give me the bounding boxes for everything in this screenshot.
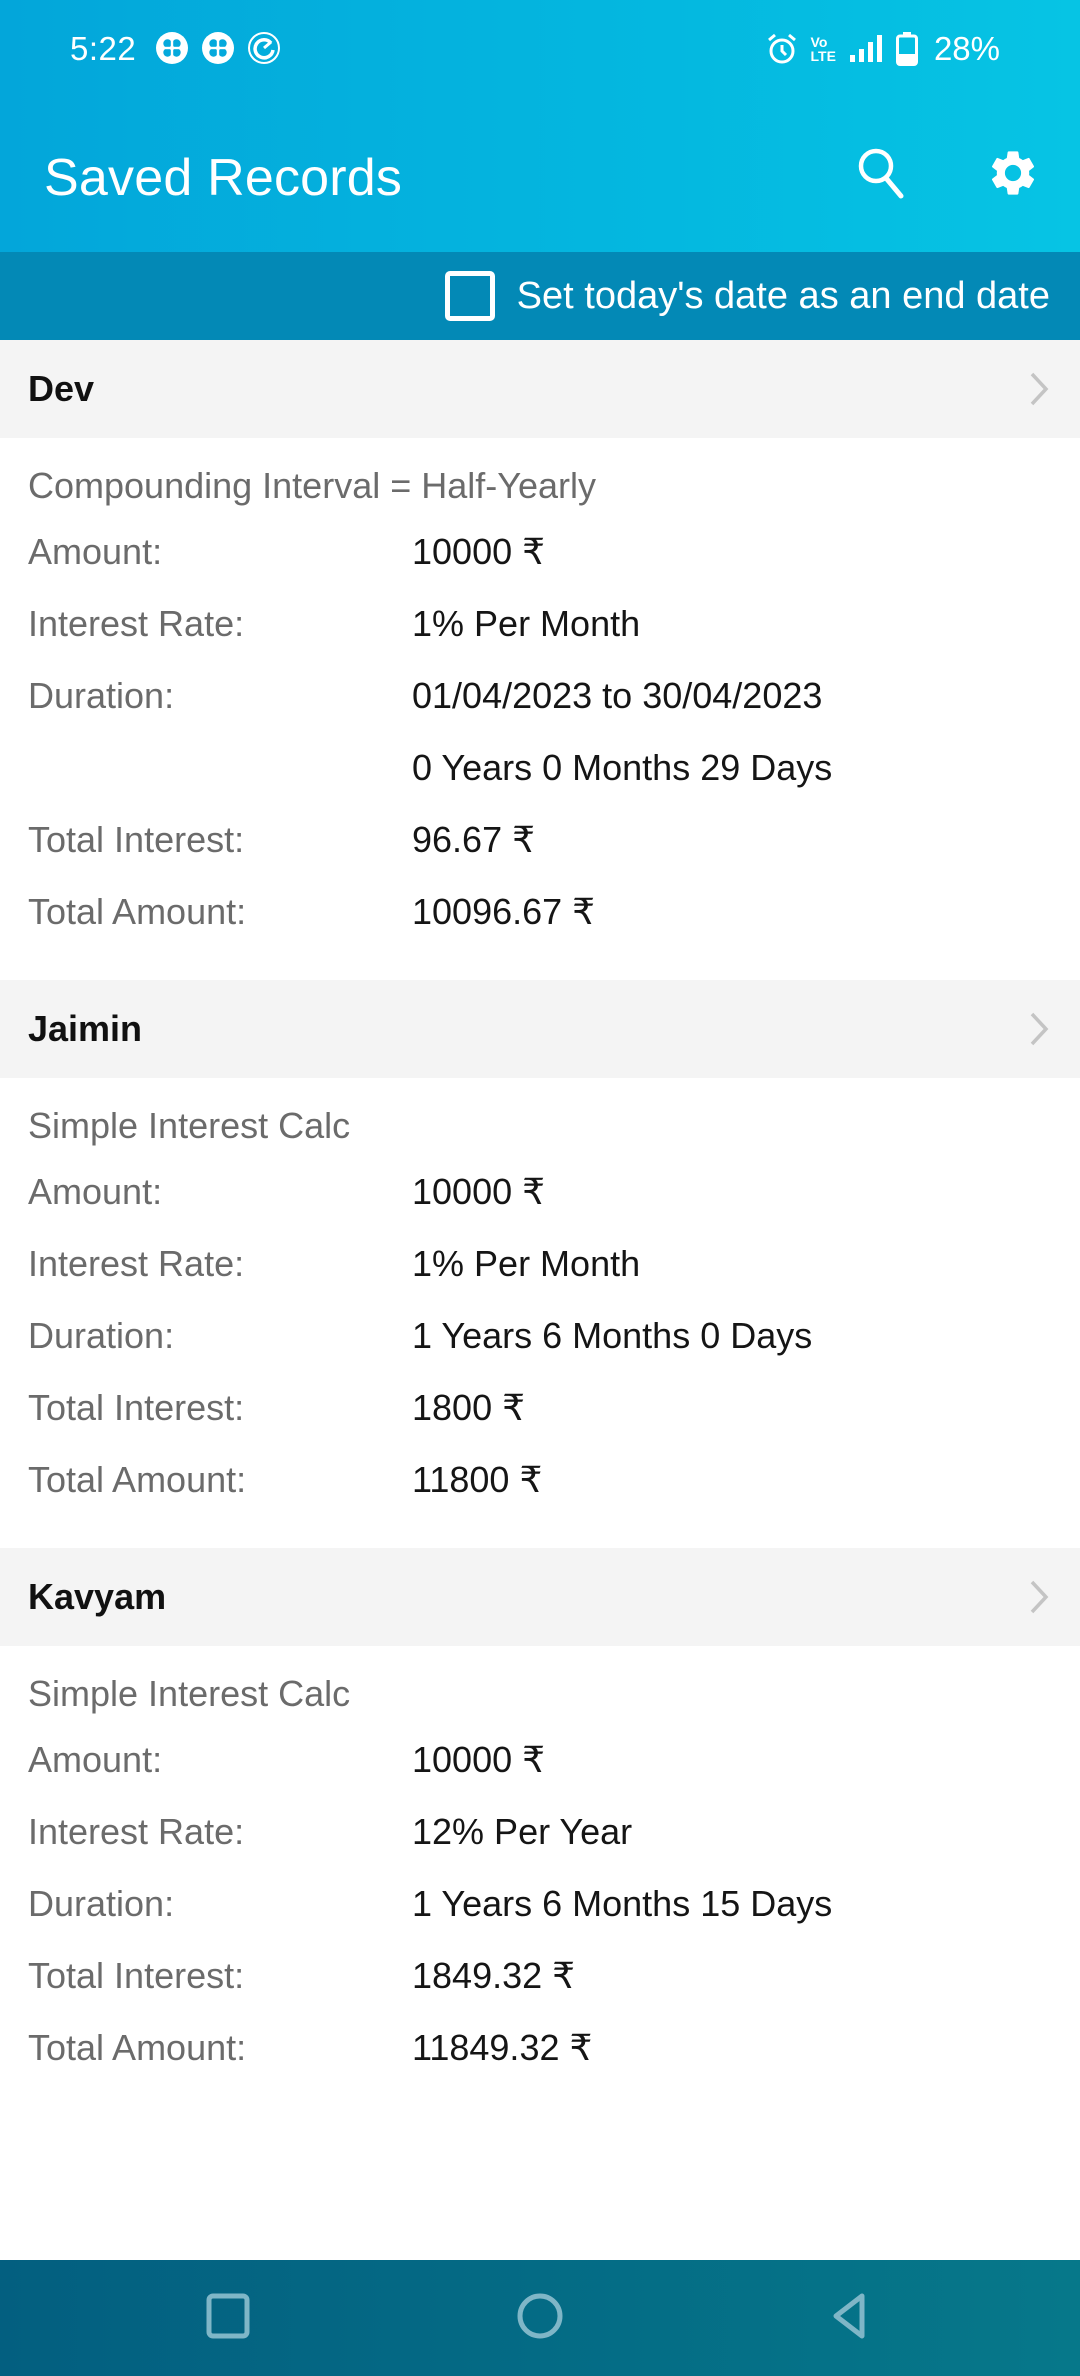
record-item: Kavyam Simple Interest Calc Amount: 1000… [0, 1548, 1080, 2116]
total-amount-row: Total Amount: 11800 ₹ [28, 1456, 1080, 1528]
record-header[interactable]: Jaimin [0, 980, 1080, 1078]
interest-rate-row: Interest Rate: 1% Per Month [28, 600, 1080, 672]
page-title: Saved Records [44, 149, 403, 207]
duration-row: Duration: 1 Years 6 Months 15 Days [28, 1880, 1080, 1952]
chevron-right-icon [1028, 1579, 1050, 1615]
back-icon [828, 2292, 872, 2345]
total-interest-label: Total Interest: [28, 1387, 245, 1428]
total-interest-row: Total Interest: 96.67 ₹ [28, 816, 1080, 888]
alarm-icon [767, 33, 797, 65]
interest-rate-label: Interest Rate: [28, 1811, 245, 1852]
set-today-end-date-checkbox[interactable] [444, 271, 495, 321]
back-button[interactable] [820, 2288, 880, 2348]
record-type: Compounding Interval = Half-Yearly [28, 465, 596, 506]
chevron-right-icon [1028, 371, 1050, 407]
notification-app-icon [201, 31, 235, 65]
duration-label: Duration: [28, 1883, 175, 1924]
system-navigation-bar [0, 2260, 1080, 2376]
amount-row: Amount: 10000 ₹ [28, 1168, 1080, 1240]
recents-button[interactable] [198, 2288, 258, 2348]
total-interest-row: Total Interest: 1849.32 ₹ [28, 1952, 1080, 2024]
total-interest-value: 1800 ₹ [412, 1387, 525, 1428]
amount-value: 10000 ₹ [412, 531, 546, 572]
search-button[interactable] [846, 140, 916, 210]
amount-label: Amount: [28, 531, 163, 572]
total-interest-value: 1849.32 ₹ [412, 1955, 576, 1996]
duration-value: 0 Years 0 Months 29 Days [412, 747, 833, 788]
top-app-area: 5:22 Vo LTE 28% Saved Records [0, 0, 1080, 252]
end-date-option-bar: Set today's date as an end date [0, 252, 1080, 340]
amount-row: Amount: 10000 ₹ [28, 1736, 1080, 1808]
total-interest-value: 96.67 ₹ [412, 819, 535, 860]
sync-gauge-icon [247, 31, 281, 65]
duration-label: Duration: [28, 1315, 175, 1356]
duration-label: Duration: [28, 675, 175, 716]
duration-value: 1 Years 6 Months 0 Days [412, 1315, 813, 1356]
duration-row: Duration: 01/04/2023 to 30/04/2023 [28, 672, 1080, 744]
interest-rate-label: Interest Rate: [28, 603, 245, 644]
interest-rate-row: Interest Rate: 1% Per Month [28, 1240, 1080, 1312]
record-name: Dev [28, 368, 95, 409]
home-button[interactable] [510, 2288, 570, 2348]
total-amount-value: 11849.32 ₹ [412, 2027, 593, 2068]
settings-button[interactable] [978, 140, 1048, 210]
status-bar: 5:22 Vo LTE 28% [0, 0, 1080, 100]
amount-label: Amount: [28, 1171, 163, 1212]
total-interest-row: Total Interest: 1800 ₹ [28, 1384, 1080, 1456]
total-amount-label: Total Amount: [28, 891, 247, 932]
duration-dates-value: 01/04/2023 to 30/04/2023 [412, 675, 823, 716]
record-details: Simple Interest Calc Amount: 10000 ₹ Int… [0, 1646, 1080, 2116]
search-icon [856, 146, 906, 205]
duration-length-row: 0 Years 0 Months 29 Days [28, 744, 1080, 816]
total-amount-label: Total Amount: [28, 1459, 247, 1500]
total-interest-label: Total Interest: [28, 819, 245, 860]
notification-app-icon [155, 31, 189, 65]
record-details: Simple Interest Calc Amount: 10000 ₹ Int… [0, 1078, 1080, 1548]
interest-rate-row: Interest Rate: 12% Per Year [28, 1808, 1080, 1880]
recents-icon [206, 2293, 250, 2344]
interest-rate-label: Interest Rate: [28, 1243, 245, 1284]
saved-records-list: Dev Compounding Interval = Half-Yearly A… [0, 340, 1080, 2116]
system-status-icons: Vo LTE 28% [767, 30, 1000, 68]
notification-icons [155, 31, 281, 65]
signal-icon [849, 35, 882, 63]
total-amount-value: 10096.67 ₹ [412, 891, 596, 932]
total-amount-value: 11800 ₹ [412, 1459, 543, 1500]
record-item: Dev Compounding Interval = Half-Yearly A… [0, 340, 1080, 980]
amount-row: Amount: 10000 ₹ [28, 528, 1080, 600]
record-header[interactable]: Kavyam [0, 1548, 1080, 1646]
amount-value: 10000 ₹ [412, 1171, 546, 1212]
status-time: 5:22 [70, 30, 137, 67]
total-amount-row: Total Amount: 10096.67 ₹ [28, 888, 1080, 960]
interest-rate-value: 1% Per Month [412, 1243, 641, 1284]
record-name: Kavyam [28, 1576, 167, 1617]
interest-rate-value: 12% Per Year [412, 1811, 633, 1852]
record-type: Simple Interest Calc [28, 1105, 351, 1146]
interest-rate-value: 1% Per Month [412, 603, 641, 644]
total-amount-row: Total Amount: 11849.32 ₹ [28, 2024, 1080, 2096]
battery-percent: 28% [933, 30, 1000, 67]
total-amount-label: Total Amount: [28, 2027, 247, 2068]
record-item: Jaimin Simple Interest Calc Amount: 1000… [0, 980, 1080, 1548]
total-interest-label: Total Interest: [28, 1955, 245, 1996]
amount-label: Amount: [28, 1739, 163, 1780]
record-name: Jaimin [28, 1008, 143, 1049]
duration-value: 1 Years 6 Months 15 Days [412, 1883, 833, 1924]
amount-value: 10000 ₹ [412, 1739, 546, 1780]
chevron-right-icon [1028, 1011, 1050, 1047]
set-today-end-date-label[interactable]: Set today's date as an end date [517, 275, 1050, 318]
record-details: Compounding Interval = Half-Yearly Amoun… [0, 438, 1080, 980]
record-header[interactable]: Dev [0, 340, 1080, 438]
battery-icon [895, 32, 918, 66]
volte-icon: Vo LTE [810, 34, 836, 64]
record-type: Simple Interest Calc [28, 1673, 351, 1714]
home-icon [516, 2292, 564, 2345]
gear-icon [986, 146, 1040, 205]
duration-row: Duration: 1 Years 6 Months 0 Days [28, 1312, 1080, 1384]
